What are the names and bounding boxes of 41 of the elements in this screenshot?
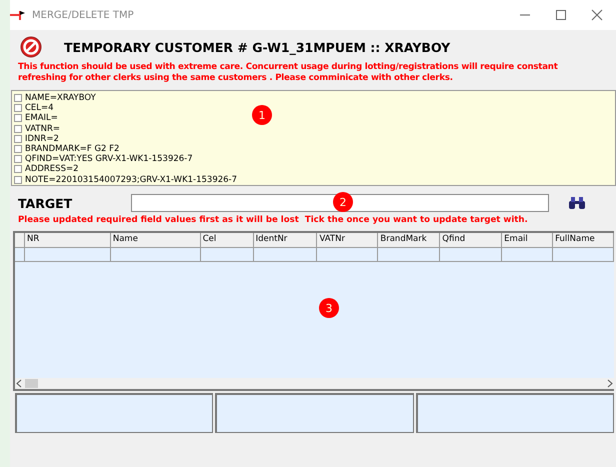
checkbox[interactable] xyxy=(14,155,22,164)
field-label: NAME=XRAYBOY xyxy=(25,93,96,104)
field-label: VATNR= xyxy=(25,124,60,134)
warning-text: This function should be used with extreme care. Concurrent usage during lotting/registrations will require constant refreshing for other clerks using the same customers . Please comminicate with other clerks. xyxy=(17,61,559,84)
annotation-marker: 1 xyxy=(252,105,272,125)
flag-icon xyxy=(10,9,26,21)
field-label: EMAIL= xyxy=(25,113,58,124)
field-label: NOTE=220103154007293;GRV-X1-WK1-153926-7 xyxy=(25,174,238,185)
scroll-left-icon[interactable] xyxy=(15,379,23,388)
window-title: MERGE/DELETE TMP xyxy=(32,10,134,20)
annotation-marker: 3 xyxy=(319,298,339,318)
checkbox[interactable] xyxy=(14,104,22,112)
customer-title: TEMPORARY CUSTOMER # G-W1_31MPUEM :: XRAYBOY xyxy=(64,40,450,54)
scroll-right-icon[interactable] xyxy=(606,379,614,388)
table-cell[interactable] xyxy=(553,248,614,262)
checkbox[interactable] xyxy=(14,114,22,122)
table-cell[interactable] xyxy=(254,248,318,262)
checkbox[interactable] xyxy=(14,165,22,174)
table-cell[interactable] xyxy=(200,248,254,262)
target-label: TARGET xyxy=(18,196,74,210)
table-cell[interactable] xyxy=(440,248,502,262)
table-cell[interactable] xyxy=(110,248,201,262)
checkbox[interactable] xyxy=(14,134,22,143)
field-label: IDNR=2 xyxy=(25,134,59,144)
target-field[interactable] xyxy=(131,194,549,212)
field-label: QFIND=VAT:YES GRV-X1-WK1-153926-7 xyxy=(25,154,193,164)
table-cell[interactable] xyxy=(502,248,554,262)
binoculars-icon[interactable] xyxy=(568,196,586,210)
hint-text: Please updated required field values first as it will be lost Tick the once you want to update target with. xyxy=(18,215,529,225)
table-cell[interactable] xyxy=(317,248,378,262)
table-cell[interactable] xyxy=(378,248,440,262)
scroll-thumb[interactable] xyxy=(25,379,38,388)
checkbox[interactable] xyxy=(14,176,22,184)
field-label: ADDRESS=2 xyxy=(25,164,79,174)
prohibited-icon xyxy=(20,36,42,58)
checkbox[interactable] xyxy=(14,145,22,154)
checkbox[interactable] xyxy=(14,124,22,133)
checkbox[interactable] xyxy=(14,94,22,102)
field-label: CEL=4 xyxy=(25,103,54,114)
table-cell[interactable] xyxy=(24,248,111,262)
field-label: BRANDMARK=F G2 F2 xyxy=(25,144,120,154)
